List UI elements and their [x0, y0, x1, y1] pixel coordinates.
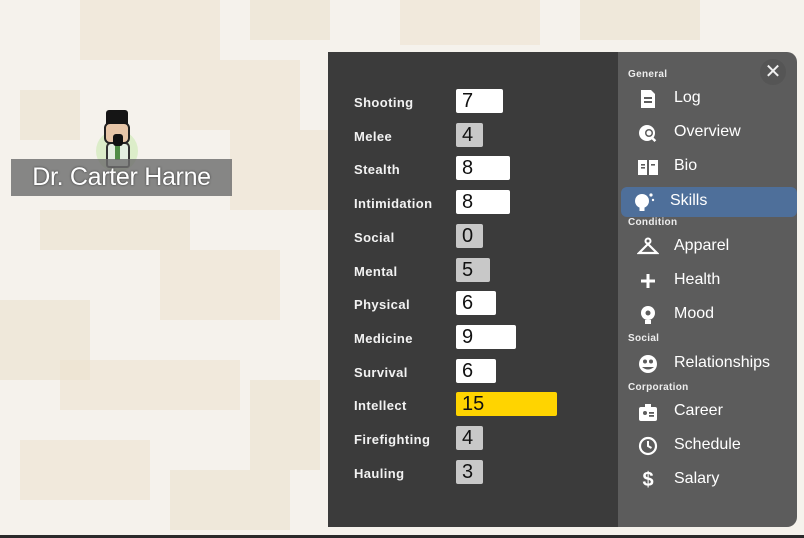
skill-row: Firefighting 4	[354, 426, 614, 454]
skill-level-bar: 6	[456, 358, 497, 383]
skill-row: Shooting 7	[354, 89, 614, 117]
skill-row: Physical 6	[354, 291, 614, 319]
skill-row: Intellect 15	[354, 392, 614, 420]
skill-label: Shooting	[354, 95, 414, 110]
nav-item-bio[interactable]: Bio	[621, 152, 797, 182]
skill-label: Intimidation	[354, 196, 433, 212]
schedule-icon	[637, 436, 659, 456]
section-general: General	[628, 69, 668, 80]
skill-level-bar: 8	[456, 156, 510, 181]
skill-level-bar: 0	[456, 223, 483, 248]
skill-row: Melee 4	[354, 122, 614, 151]
close-button[interactable]: ✕	[760, 59, 786, 85]
skill-row: Hauling 3	[354, 459, 614, 488]
skill-row: Stealth 8	[354, 156, 614, 184]
section-social: Social	[628, 333, 660, 344]
nav-item-overview[interactable]: Overview	[621, 118, 797, 148]
character-nav: General Log Overview Bio Skills Conditio…	[618, 52, 797, 527]
nav-item-relationships[interactable]: Relationships	[621, 349, 797, 379]
bio-icon	[637, 157, 659, 177]
skill-level-bar: 4	[456, 426, 483, 450]
skill-row: Survival 6	[354, 358, 614, 387]
nav-item-schedule[interactable]: Schedule	[621, 431, 797, 461]
health-icon	[637, 271, 659, 291]
career-icon	[637, 402, 659, 422]
skill-level-bar: 15	[456, 392, 557, 417]
skill-label: Survival	[354, 364, 408, 380]
skill-label: Physical	[354, 297, 410, 313]
skill-label: Firefighting	[354, 432, 431, 447]
nav-item-career[interactable]: Career	[621, 397, 797, 427]
section-condition: Condition	[628, 217, 678, 228]
skill-row: Medicine 9	[354, 324, 614, 353]
skill-label: Mental	[354, 263, 398, 279]
apparel-icon	[637, 237, 659, 257]
close-icon: ✕	[764, 61, 782, 83]
nav-item-log[interactable]: Log	[621, 84, 797, 114]
skills-icon	[633, 192, 655, 212]
skill-label: Hauling	[354, 465, 405, 481]
overview-icon	[637, 123, 659, 143]
character-panel: Shooting 7 Melee 4 Stealth 8 Intimidation 8 Soci…	[328, 52, 797, 527]
nav-item-health[interactable]: Health	[621, 266, 797, 296]
skill-level-bar: 8	[456, 190, 510, 215]
skill-row: Social 0	[354, 223, 614, 252]
skill-level-bar: 6	[456, 291, 497, 316]
nav-item-apparel[interactable]: Apparel	[621, 232, 797, 262]
skills-pane: Shooting 7 Melee 4 Stealth 8 Intimidation 8 Soci…	[328, 52, 618, 527]
skill-label: Medicine	[354, 330, 413, 346]
skill-level-bar: 3	[456, 459, 483, 484]
section-corporation: Corporation	[628, 382, 689, 393]
nav-item-mood[interactable]: Mood	[621, 300, 797, 330]
skill-row: Mental 5	[354, 257, 614, 286]
mood-icon	[637, 305, 659, 325]
skill-label: Intellect	[354, 398, 407, 414]
skill-label: Stealth	[354, 162, 401, 178]
log-icon	[637, 89, 659, 109]
skill-level-bar: 9	[456, 324, 517, 349]
relationships-icon	[637, 354, 659, 374]
nav-item-salary[interactable]: $ Salary	[621, 465, 797, 495]
skill-label: Melee	[354, 128, 393, 144]
nav-item-skills[interactable]: Skills	[621, 187, 797, 217]
skill-row: Intimidation 8	[354, 190, 614, 218]
skill-level-bar: 4	[456, 122, 483, 147]
skill-level-bar: 7	[456, 89, 503, 113]
salary-icon: $	[642, 469, 654, 491]
skill-level-bar: 5	[456, 257, 490, 282]
character-name-tag: Dr. Carter Harne	[11, 159, 232, 196]
skill-label: Social	[354, 229, 395, 245]
